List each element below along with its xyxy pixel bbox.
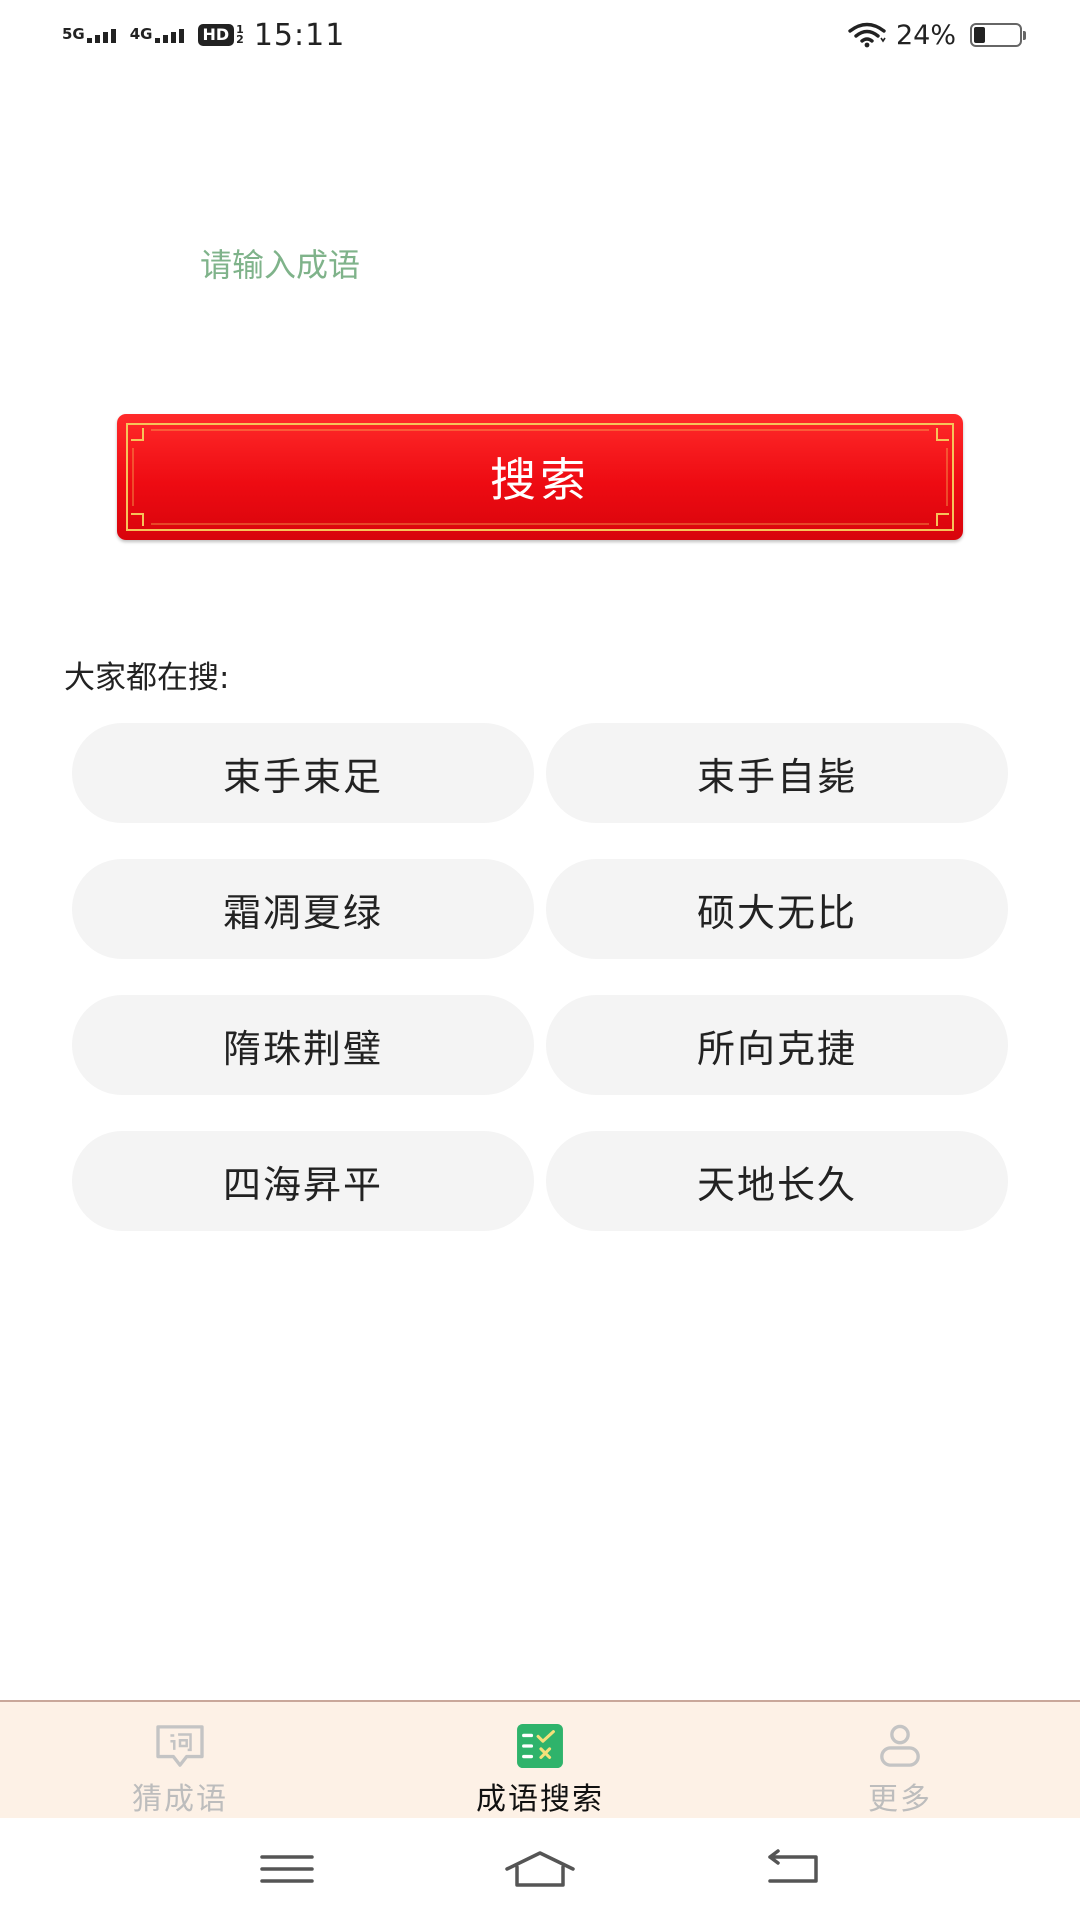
idiom-chip[interactable]: 霜凋夏绿 xyxy=(72,859,534,959)
menu-icon[interactable] xyxy=(250,1847,324,1891)
tab-guess-idiom[interactable]: 猜成语 xyxy=(0,1702,360,1818)
hd-voice-icon: HD xyxy=(197,24,235,46)
battery-level-fill xyxy=(974,27,985,43)
clock: 15:11 xyxy=(253,17,346,53)
search-button-label: 搜索 xyxy=(490,453,590,507)
wifi-icon xyxy=(848,22,886,48)
idiom-chip[interactable]: 隋珠荆璧 xyxy=(72,995,534,1095)
popular-idioms-grid: 束手束足 束手自毙 霜凋夏绿 硕大无比 隋珠荆璧 所向克捷 四海昇平 天地长久 xyxy=(72,723,1008,1231)
tab-idiom-search[interactable]: 成语搜索 xyxy=(360,1702,720,1818)
idiom-chip[interactable]: 束手自毙 xyxy=(546,723,1008,823)
tab-more[interactable]: 更多 xyxy=(720,1702,1080,1818)
battery-icon xyxy=(970,23,1026,47)
hd-sim-indicator: 1 2 xyxy=(236,24,244,46)
idiom-chip[interactable]: 硕大无比 xyxy=(546,859,1008,959)
speech-bubble-word-icon xyxy=(156,1725,204,1767)
idiom-chip[interactable]: 四海昇平 xyxy=(72,1131,534,1231)
tab-label: 猜成语 xyxy=(132,1782,228,1817)
signal-bars-icon xyxy=(154,27,184,43)
home-icon[interactable] xyxy=(503,1847,577,1891)
battery-percent: 24% xyxy=(895,19,956,51)
idiom-chip[interactable]: 所向克捷 xyxy=(546,995,1008,1095)
system-nav-bar xyxy=(0,1818,1080,1920)
search-button[interactable]: 搜索 xyxy=(117,414,963,540)
signal-5g: 5G xyxy=(62,27,116,43)
idiom-chip[interactable]: 天地长久 xyxy=(546,1131,1008,1231)
status-bar: 5G 4G HD 1 2 15:11 24% xyxy=(0,0,1080,70)
hd-sim-bottom: 2 xyxy=(236,33,244,46)
idiom-chip[interactable]: 束手束足 xyxy=(72,723,534,823)
user-profile-icon xyxy=(880,1724,920,1767)
signal-4g: 4G xyxy=(130,27,184,43)
network-label-5g: 5G xyxy=(62,25,85,43)
status-bar-right: 24% xyxy=(848,19,1026,51)
app-screen: 5G 4G HD 1 2 15:11 24% 请输入成语 搜索 大家都在搜: 束… xyxy=(0,0,1080,1920)
tab-label: 更多 xyxy=(868,1782,932,1817)
list-check-icon xyxy=(517,1724,563,1768)
idiom-search-input[interactable] xyxy=(180,230,940,300)
bottom-tab-bar: 猜成语 成语搜索 更多 xyxy=(0,1700,1080,1818)
status-bar-left: 5G 4G HD 1 2 15:11 xyxy=(62,18,345,53)
tab-label: 成语搜索 xyxy=(476,1782,604,1817)
popular-searches-heading: 大家都在搜: xyxy=(64,660,230,696)
back-icon[interactable] xyxy=(756,1847,830,1891)
signal-bars-icon xyxy=(86,27,116,43)
network-label-4g: 4G xyxy=(129,25,153,43)
